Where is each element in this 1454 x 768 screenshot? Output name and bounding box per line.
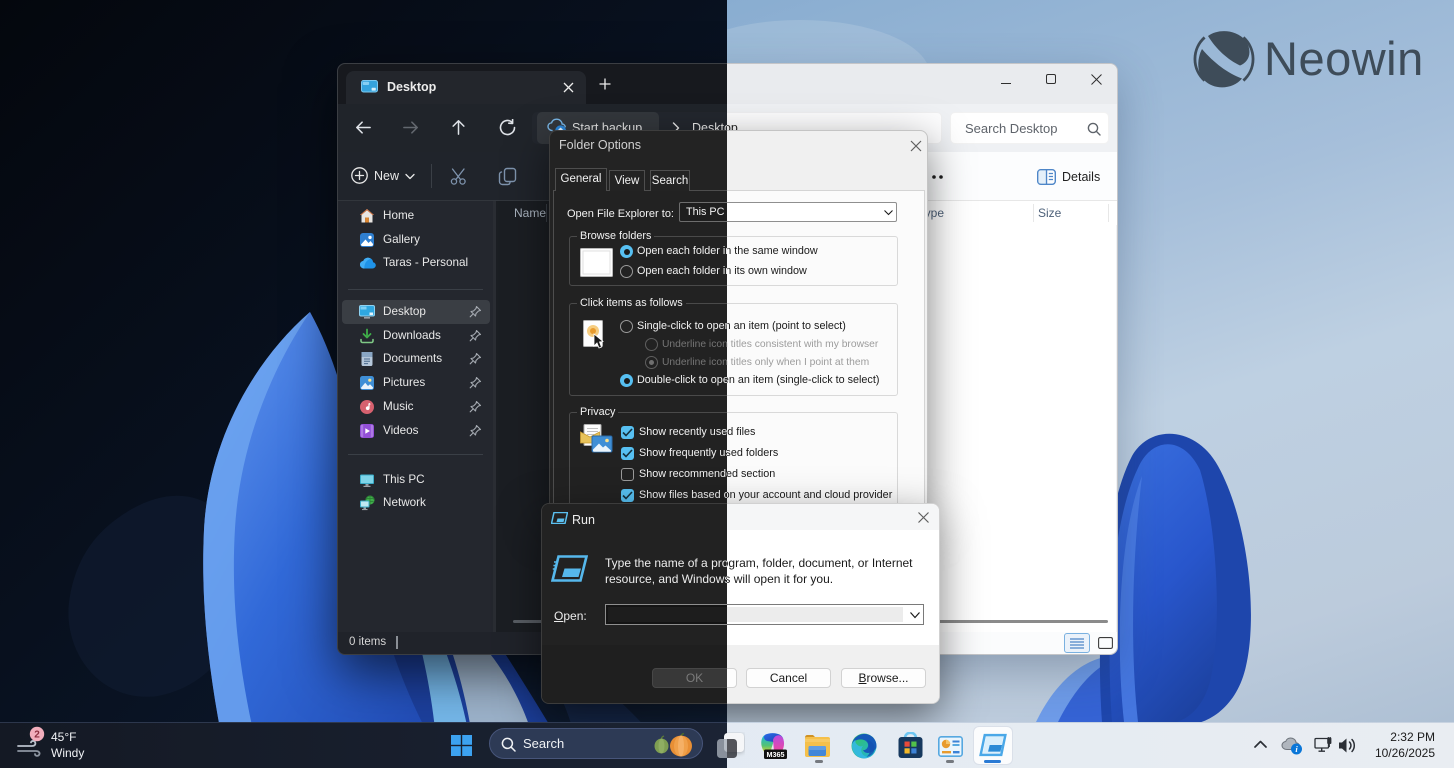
svg-text:2: 2: [34, 730, 40, 741]
svg-text:M365: M365: [767, 750, 785, 759]
